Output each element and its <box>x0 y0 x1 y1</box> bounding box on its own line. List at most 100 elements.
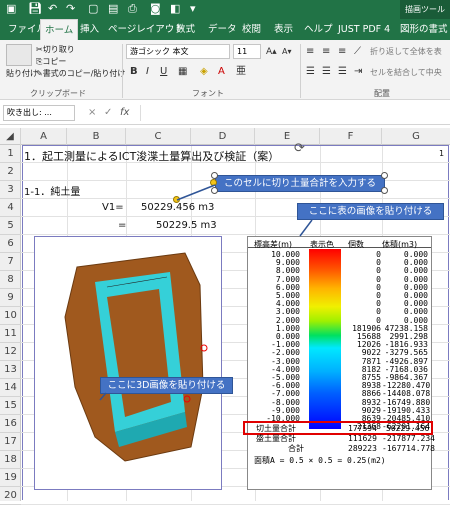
adjust-handle[interactable] <box>210 179 217 186</box>
copy-button[interactable]: ⎘コピー <box>36 56 66 67</box>
row-header[interactable]: 17 <box>0 433 21 451</box>
tab-data[interactable]: データ <box>204 19 241 40</box>
tab-shape-format[interactable]: 図形の書式 <box>396 19 450 40</box>
column-header[interactable]: G <box>382 128 450 145</box>
resize-handle[interactable] <box>211 187 218 194</box>
align-center-icon[interactable]: ☰ <box>322 66 331 78</box>
row-header[interactable]: 15 <box>0 397 21 415</box>
pointer-handle[interactable] <box>173 196 180 203</box>
volume-table-image[interactable]: 標高差(m) 表示色 個数 体積(m3) 10.000 0 0.000 9.000 0 0… <box>243 236 435 490</box>
bold-button[interactable]: B <box>130 66 138 78</box>
new-file-icon[interactable]: ▢ <box>88 2 98 16</box>
row-header[interactable]: 10 <box>0 307 21 325</box>
grow-font-icon[interactable]: A▴ <box>266 46 277 58</box>
view-icon[interactable]: ◧ <box>170 2 180 16</box>
3d-image[interactable] <box>34 236 222 490</box>
indent-icon[interactable]: ⇥ <box>354 66 362 78</box>
name-box[interactable]: 吹き出し: ... <box>3 105 75 121</box>
phonetic-icon[interactable]: 亜 <box>236 66 246 78</box>
cut-button[interactable]: ✂切り取り <box>36 44 75 55</box>
redo-icon[interactable]: ↷ <box>66 2 75 16</box>
row-header[interactable]: 19 <box>0 469 21 487</box>
column-header[interactable]: B <box>67 128 126 145</box>
align-bottom-icon[interactable]: ≡ <box>338 46 346 58</box>
row-header[interactable]: 14 <box>0 379 21 397</box>
camera-icon[interactable]: ◙ <box>150 2 161 16</box>
tab-view[interactable]: 表示 <box>270 19 297 40</box>
merge-center-button[interactable]: セルを結合して中央 <box>370 67 442 78</box>
row-header[interactable]: 8 <box>0 271 21 289</box>
align-left-icon[interactable]: ☰ <box>306 66 315 78</box>
customize-toolbar-icon[interactable]: ▾ <box>190 2 196 16</box>
resize-handle[interactable] <box>211 172 218 179</box>
cell-b4-label[interactable]: V1= <box>102 202 124 213</box>
font-color-icon[interactable]: A <box>218 66 225 78</box>
cancel-icon[interactable]: × <box>88 107 96 119</box>
row-header[interactable]: 16 <box>0 415 21 433</box>
align-middle-icon[interactable]: ≡ <box>322 46 330 58</box>
tab-home[interactable]: ホーム <box>40 19 79 40</box>
row-header[interactable]: 5 <box>0 217 21 235</box>
cell-c4-value[interactable]: 50229.456 m3 <box>141 202 214 213</box>
borders-icon[interactable]: ▦ <box>178 66 187 78</box>
resize-handle[interactable] <box>381 187 388 194</box>
cell-g1-page[interactable]: 1 <box>439 149 444 158</box>
undo-icon[interactable]: ↶ <box>48 2 57 16</box>
open-file-icon[interactable]: ▤ <box>108 2 118 16</box>
font-name-select[interactable]: 游ゴシック 本文 <box>126 44 230 59</box>
callout-table-image[interactable]: ここに表の画像を貼り付ける <box>297 203 444 220</box>
gridline <box>21 198 450 199</box>
row-header[interactable]: 11 <box>0 325 21 343</box>
align-top-icon[interactable]: ≡ <box>306 46 314 58</box>
enter-icon[interactable]: ✓ <box>104 107 112 119</box>
row-header[interactable]: 13 <box>0 361 21 379</box>
wrap-text-button[interactable]: 折り返して全体を表 <box>370 46 442 57</box>
cell-c5-value[interactable]: 50229.5 m3 <box>156 220 217 231</box>
format-painter-button[interactable]: ✎書式のコピー/貼り付け <box>36 68 125 79</box>
tab-just-pdf[interactable]: JUST PDF 4 <box>334 19 394 40</box>
cell-b5-label[interactable]: = <box>118 220 126 231</box>
row-header[interactable]: 2 <box>0 163 21 181</box>
format-painter-label: 書式のコピー/貼り付け <box>42 69 126 78</box>
callout-cut-total[interactable]: このセルに切り土量合計を入力する <box>215 175 385 192</box>
font-size-select[interactable]: 11 <box>233 44 261 59</box>
row-header[interactable]: 7 <box>0 253 21 271</box>
row-header[interactable]: 3 <box>0 181 21 199</box>
summary-value: -167714.778 <box>382 444 435 453</box>
rotate-handle-icon[interactable]: ⟳ <box>294 141 305 156</box>
insert-function-icon[interactable]: fx <box>120 107 129 119</box>
tab-formulas[interactable]: 数式 <box>172 19 199 40</box>
fill-color-icon[interactable]: ◈ <box>200 66 208 78</box>
tab-help[interactable]: ヘルプ <box>300 19 337 40</box>
row-header[interactable]: 18 <box>0 451 21 469</box>
shrink-font-icon[interactable]: A▾ <box>282 46 292 58</box>
paste-button[interactable]: 貼り付け <box>6 68 38 79</box>
brush-icon: ✎ <box>36 69 43 78</box>
column-header[interactable]: F <box>320 128 382 145</box>
column-header[interactable]: D <box>191 128 255 145</box>
autosave-icon[interactable]: ▣ <box>6 2 16 16</box>
row-header[interactable]: 4 <box>0 199 21 217</box>
print-icon[interactable]: ⎙ <box>128 2 137 16</box>
resize-handle[interactable] <box>381 172 388 179</box>
formula-input[interactable] <box>140 105 446 121</box>
row-header[interactable]: 20 <box>0 487 21 505</box>
tab-insert[interactable]: 挿入 <box>76 19 103 40</box>
select-all-corner[interactable]: ◢ <box>0 128 21 145</box>
tab-review[interactable]: 校閲 <box>238 19 265 40</box>
column-header[interactable]: E <box>255 128 320 145</box>
align-right-icon[interactable]: ☰ <box>338 66 347 78</box>
row-header[interactable]: 12 <box>0 343 21 361</box>
row-header[interactable]: 9 <box>0 289 21 307</box>
cell-a3-heading[interactable]: 1-1．純土量 <box>24 183 80 198</box>
italic-button[interactable]: I <box>146 66 149 78</box>
column-header[interactable]: A <box>21 128 67 145</box>
save-icon[interactable]: 💾︎ <box>28 2 42 16</box>
row-header[interactable]: 6 <box>0 235 21 253</box>
orientation-icon[interactable]: ⟋ <box>354 46 361 58</box>
column-header[interactable]: C <box>126 128 191 145</box>
callout-3d-image[interactable]: ここに3D画像を貼り付ける <box>100 377 233 394</box>
underline-button[interactable]: U <box>160 66 167 78</box>
row-header[interactable]: 1 <box>0 145 21 163</box>
summary-count: 177594 <box>348 424 377 433</box>
